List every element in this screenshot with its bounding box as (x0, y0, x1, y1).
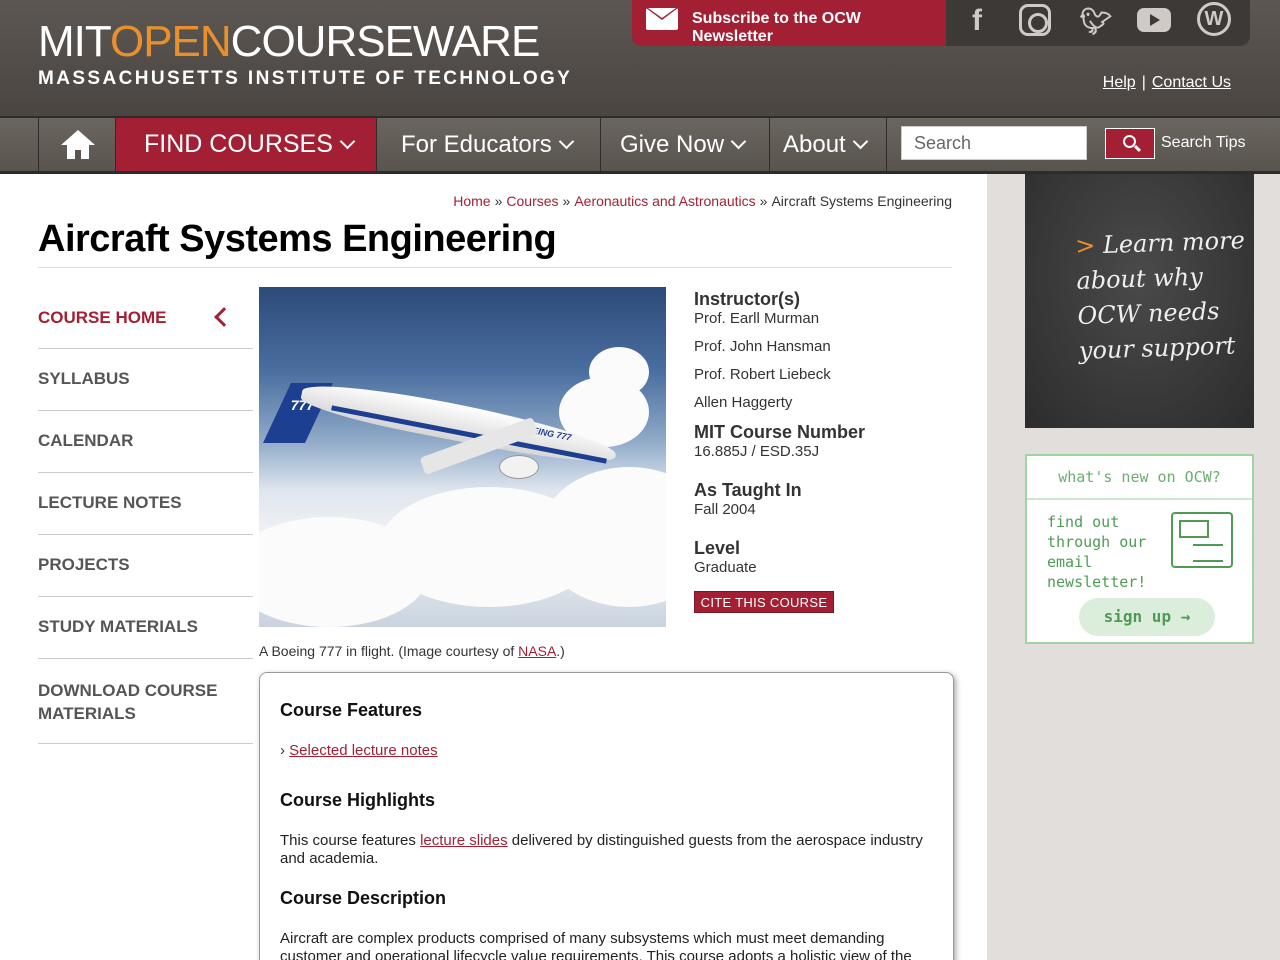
facebook-icon[interactable]: f (957, 2, 997, 42)
course-number-heading: MIT Course Number (694, 422, 866, 442)
newsletter-paper-plane-icon (1171, 512, 1233, 568)
instructor-name: Allen Haggerty (694, 394, 793, 411)
sidebar-item-syllabus[interactable]: SYLLABUS (38, 349, 253, 411)
instagram-icon[interactable] (1019, 4, 1051, 36)
search-tips-link[interactable]: Search Tips (1161, 134, 1245, 152)
subscribe-newsletter-button[interactable]: Subscribe to the OCW Newsletter (632, 0, 946, 46)
instructor-name: Prof. John Hansman (694, 338, 831, 355)
sidebar-item-label: CALENDAR (38, 431, 134, 450)
selected-lecture-notes-link[interactable]: Selected lecture notes (289, 742, 437, 759)
course-features-heading: Course Features (280, 700, 423, 720)
sidebar-item-label: LECTURE NOTES (38, 493, 182, 512)
taught-value: Fall 2004 (694, 501, 756, 518)
sidebar-item-download-course-materials[interactable]: DOWNLOAD COURSE MATERIALS (38, 659, 253, 744)
sidebar-item-label: STUDY MATERIALS (38, 617, 198, 636)
breadcrumb-home[interactable]: Home (453, 193, 490, 209)
donate-chalkboard-banner[interactable]: > Learn more about why OCW needs your su… (1025, 174, 1254, 428)
newsletter-promo: what's new on OCW? find out through our … (1025, 454, 1254, 644)
level-value: Graduate (694, 559, 757, 576)
chalk-text: Learn more about why OCW needs your supp… (1075, 226, 1246, 365)
instructor-name: Prof. Earll Murman (694, 310, 820, 327)
instructor-name: Prof. Robert Liebeck (694, 366, 831, 383)
course-highlights-heading: Course Highlights (280, 790, 436, 810)
chevron-down-icon (558, 133, 575, 150)
search-button[interactable] (1105, 128, 1155, 159)
course-features-box: Course Features › Selected lecture notes… (259, 672, 954, 960)
home-icon (61, 130, 95, 160)
newsletter-sign-up-button[interactable]: sign up → (1079, 598, 1215, 636)
feature-item: › Selected lecture notes (280, 742, 438, 759)
chevron-down-icon (852, 133, 868, 150)
breadcrumb: Home» Courses» Aeronautics and Astronautic… (453, 193, 952, 209)
nav-find-courses[interactable]: FIND COURSES (116, 118, 377, 171)
newsletter-heading: what's new on OCW? (1027, 456, 1252, 500)
course-number: 16.885J / ESD.35J (694, 443, 820, 460)
course-highlights-text: This course features lecture slides deli… (280, 832, 923, 867)
sidebar-item-study-materials[interactable]: STUDY MATERIALS (38, 597, 253, 659)
sidebar-item-label: PROJECTS (38, 555, 130, 574)
course-description-heading: Course Description (280, 888, 447, 908)
logo-open: OPEN (109, 17, 232, 66)
course-info: Instructor(s) Prof. Earll Murman Prof. J… (694, 289, 954, 577)
breadcrumb-current: Aircraft Systems Engineering (771, 193, 952, 209)
page-title: Aircraft Systems Engineering (38, 218, 557, 260)
home-nav-button[interactable] (38, 118, 116, 171)
sidebar-item-course-home[interactable]: COURSE HOME (38, 288, 253, 349)
nav-for-educators-label: For Educators (401, 131, 552, 158)
nasa-link[interactable]: NASA (518, 643, 556, 659)
level-heading: Level (694, 538, 741, 558)
sidebar-item-label: DOWNLOAD COURSE MATERIALS (38, 681, 218, 723)
chalk-arrow: > (1074, 231, 1096, 260)
chevron-left-icon (214, 307, 234, 327)
course-image: 777 BOEING 777 (259, 287, 666, 627)
sidebar-item-calendar[interactable]: CALENDAR (38, 411, 253, 473)
youtube-icon[interactable] (1137, 8, 1171, 32)
utility-links: Help | Contact Us (1103, 74, 1231, 92)
nav-find-courses-label: FIND COURSES (144, 130, 333, 158)
logo-subtitle: MASSACHUSETTS INSTITUTE OF TECHNOLOGY (38, 68, 573, 89)
taught-heading: As Taught In (694, 480, 802, 500)
lecture-slides-link[interactable]: lecture slides (420, 832, 508, 849)
title-divider (38, 267, 952, 268)
sidebar-item-projects[interactable]: PROJECTS (38, 535, 253, 597)
chevron-down-icon (730, 133, 747, 150)
separator: | (1141, 74, 1146, 91)
instructors-heading: Instructor(s) (694, 289, 801, 309)
nav-give-now[interactable]: Give Now (601, 118, 770, 171)
course-sidebar: COURSE HOME SYLLABUS CALENDAR LECTURE NO… (38, 288, 253, 744)
breadcrumb-department[interactable]: Aeronautics and Astronautics (574, 193, 755, 209)
twitter-icon[interactable]: 🐦︎ (1076, 2, 1116, 42)
envelope-icon (646, 8, 678, 30)
nav-give-now-label: Give Now (620, 131, 725, 158)
chevron-down-icon (339, 133, 356, 150)
image-caption: A Boeing 777 in flight. (Image courtesy … (259, 643, 565, 659)
newsletter-text: find out through our email newsletter! (1047, 513, 1147, 591)
logo-courseware: COURSEWARE (230, 17, 541, 66)
subscribe-label: Subscribe to the OCW Newsletter (692, 10, 861, 45)
course-description-text: Aircraft are complex products comprised … (280, 930, 912, 960)
nav-about[interactable]: About (770, 118, 887, 171)
nav-about-label: About (783, 131, 846, 158)
main-nav: FIND COURSES For Educators Give Now Abou… (0, 116, 1280, 174)
logo-mit: MIT (38, 17, 111, 66)
breadcrumb-courses[interactable]: Courses (506, 193, 558, 209)
search-input[interactable] (901, 126, 1087, 160)
wordpress-icon[interactable]: W (1197, 2, 1231, 36)
sidebar-item-label: COURSE HOME (38, 308, 167, 327)
sidebar-item-lecture-notes[interactable]: LECTURE NOTES (38, 473, 253, 535)
contact-us-link[interactable]: Contact Us (1152, 74, 1231, 91)
sidebar-item-label: SYLLABUS (38, 369, 130, 388)
ocw-logo[interactable]: MITOPENCOURSEWARE MASSACHUSETTS INSTITUT… (38, 20, 572, 90)
nav-for-educators[interactable]: For Educators (377, 118, 601, 171)
cite-this-course-button[interactable]: CITE THIS COURSE (694, 591, 834, 613)
help-link[interactable]: Help (1103, 74, 1136, 91)
